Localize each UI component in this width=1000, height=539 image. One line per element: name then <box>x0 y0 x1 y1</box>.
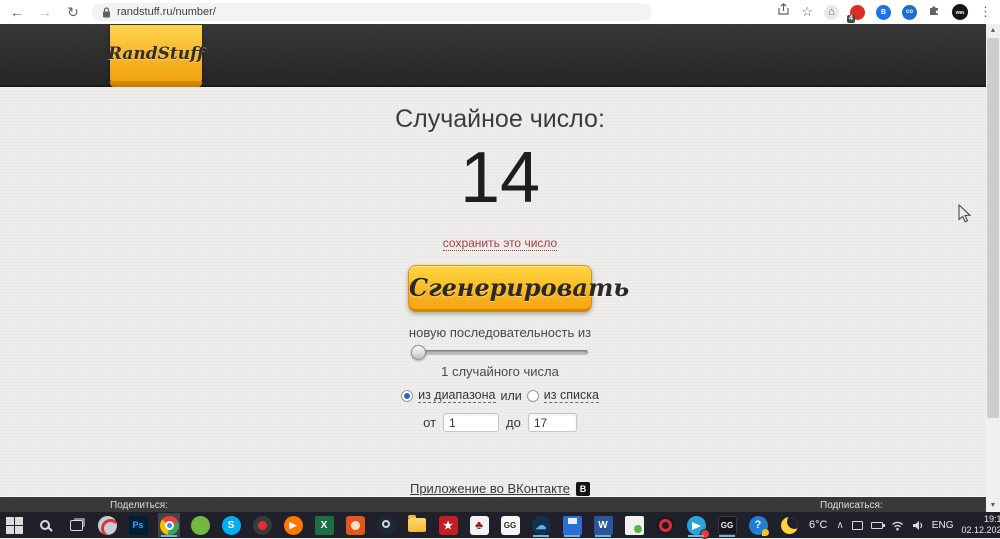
reload-icon[interactable]: ↻ <box>64 4 82 21</box>
help-app-icon[interactable]: ? <box>747 513 769 537</box>
count-text: 1 случайного числа <box>441 364 559 379</box>
sequence-text: новую последовательность из <box>408 325 592 340</box>
vk-app-link[interactable]: Приложение во ВКонтакте <box>410 481 570 496</box>
start-button[interactable] <box>3 513 25 537</box>
weather-temperature[interactable]: 6°C <box>809 519 827 531</box>
tray-device-icon[interactable] <box>851 520 863 530</box>
lock-icon <box>102 6 111 18</box>
to-input[interactable] <box>527 413 577 432</box>
system-tray: ∧ ENG 19:16 02.12.2021 18 <box>836 514 1000 537</box>
extension-adblock-icon[interactable]: 4 <box>847 4 865 23</box>
slider-handle[interactable] <box>410 345 426 360</box>
clock-time: 19:16 <box>983 513 1000 524</box>
extension-home-icon[interactable]: ⌂ <box>824 4 839 20</box>
site-logo-text: RandStuff <box>107 43 205 64</box>
extension-co-icon[interactable]: co <box>902 4 917 20</box>
address-bar[interactable]: randstuff.ru/number/ <box>92 3 652 21</box>
file-explorer-icon[interactable] <box>406 513 428 537</box>
utorrent-icon[interactable] <box>189 513 211 537</box>
windows-taskbar: Ps S ▶ X ★ ♣ GG ☁ W GG ? 6°C ∧ ENG 19:16… <box>0 512 1000 539</box>
list-radio[interactable] <box>526 389 539 402</box>
wifi-icon[interactable] <box>891 520 904 531</box>
excel-icon[interactable]: X <box>313 513 335 537</box>
scrollbar-thumb[interactable] <box>987 38 999 418</box>
page-scrollbar[interactable]: ▲ ▼ <box>986 24 1000 512</box>
orange-app-icon[interactable] <box>344 513 366 537</box>
telegram-icon[interactable] <box>685 513 710 539</box>
vk-icon[interactable]: B <box>576 481 591 496</box>
cloud-app-icon[interactable]: ☁ <box>530 513 552 537</box>
scrollbar-down-icon[interactable]: ▼ <box>986 499 1000 512</box>
taskbar-search-icon[interactable] <box>34 513 56 537</box>
page-title: Случайное число: <box>395 105 605 133</box>
tray-chevron-icon[interactable]: ∧ <box>836 520 843 531</box>
save-number-link[interactable]: сохранить это число <box>442 236 558 251</box>
main-content: Случайное число: 14 сохранить это число … <box>0 87 1000 517</box>
share-label: Поделиться: <box>110 500 168 511</box>
site-logo[interactable]: RandStuff <box>107 25 205 87</box>
range-radio[interactable] <box>401 389 414 402</box>
browser-menu-icon[interactable]: ⋮ <box>979 4 992 20</box>
ggpoker-icon[interactable]: GG <box>499 513 521 537</box>
language-indicator[interactable]: ENG <box>932 520 954 531</box>
browser-toolbar: ← → ↻ randstuff.ru/number/ ☆ ⌂ 4 B co WI… <box>0 0 1000 24</box>
volume-icon[interactable] <box>912 520 924 531</box>
generate-button[interactable]: Сгенерировать <box>408 265 629 312</box>
editor-app-icon[interactable] <box>623 513 645 537</box>
steam-icon[interactable] <box>375 513 397 537</box>
or-text: или <box>500 388 522 403</box>
chrome-icon[interactable] <box>158 513 180 537</box>
range-option-label[interactable]: из диапазона <box>418 388 496 403</box>
back-icon[interactable]: ← <box>8 4 26 20</box>
extension-badge: 4 <box>847 14 855 23</box>
to-label: до <box>506 415 521 430</box>
gg-dark-icon[interactable]: GG <box>716 513 738 537</box>
scrollbar-up-icon[interactable]: ▲ <box>986 24 1000 37</box>
floppy-app-icon[interactable] <box>561 513 583 537</box>
word-icon[interactable]: W <box>592 513 614 537</box>
share-icon[interactable] <box>777 3 790 21</box>
extension-b-icon[interactable]: B <box>876 4 891 20</box>
task-view-icon[interactable] <box>65 513 87 537</box>
range-inputs: от до <box>0 413 1000 432</box>
avast-icon[interactable]: ▶ <box>282 513 304 537</box>
night-mode-moon-icon[interactable] <box>778 513 800 537</box>
pokerstars-icon[interactable]: ★ <box>437 513 459 537</box>
bookmark-star-icon[interactable]: ☆ <box>801 4 813 20</box>
poker-club-icon[interactable]: ♣ <box>468 513 490 537</box>
profile-avatar[interactable]: WIN <box>952 4 968 20</box>
from-label: от <box>423 415 437 430</box>
url-text: randstuff.ru/number/ <box>117 6 216 18</box>
source-options: из диапазона или из списка <box>0 388 1000 403</box>
share-bar: Поделиться: Подписаться: <box>0 496 1000 512</box>
windows-logo-icon <box>5 516 23 534</box>
taskbar-clock[interactable]: 19:16 02.12.2021 <box>961 514 1000 537</box>
random-number: 14 <box>459 138 541 218</box>
recorder-icon[interactable] <box>251 513 273 537</box>
skype-icon[interactable]: S <box>220 513 242 537</box>
subscribe-label: Подписаться: <box>820 500 883 511</box>
count-slider[interactable] <box>410 345 588 360</box>
opera-icon[interactable] <box>654 513 676 537</box>
from-input[interactable] <box>443 413 500 432</box>
ccleaner-icon[interactable] <box>96 513 118 537</box>
list-option-label[interactable]: из списка <box>543 388 599 403</box>
extensions-puzzle-icon[interactable] <box>928 3 941 21</box>
photoshop-icon[interactable]: Ps <box>127 513 149 537</box>
battery-icon[interactable] <box>870 521 885 529</box>
forward-icon[interactable]: → <box>36 4 54 20</box>
clock-date: 02.12.2021 <box>961 525 1000 535</box>
